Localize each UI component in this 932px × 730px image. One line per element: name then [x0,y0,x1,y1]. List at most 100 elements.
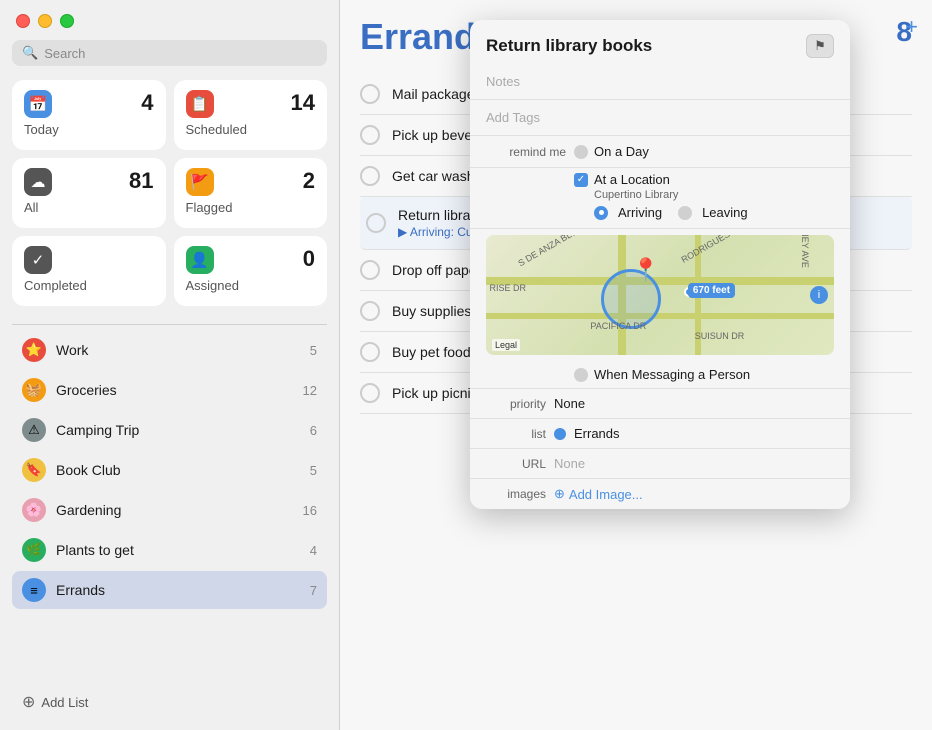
at-location-toggle: ✓ At a Location [574,172,834,187]
sidebar-item-camping[interactable]: ⚠ Camping Trip 6 [12,411,327,449]
map-info-button[interactable]: i [810,286,828,304]
flagged-count: 2 [303,168,315,194]
errands-count: 7 [310,583,317,598]
road-label-6: ANEY AVE [800,235,810,268]
when-messaging-toggle: When Messaging a Person [574,367,750,382]
when-messaging-label: When Messaging a Person [594,367,750,382]
errands-icon: ≡ [22,578,46,602]
fullscreen-button[interactable] [60,14,74,28]
smart-card-completed[interactable]: ✓ Completed [12,236,166,306]
detail-notes-placeholder[interactable]: Notes [486,70,834,93]
map-view[interactable]: 📍 670 feet S DE ANZA BLVD RODRIGUES AVE … [486,235,834,355]
traffic-lights [12,14,327,28]
task-checkbox-library[interactable] [366,213,386,233]
gardening-label: Gardening [56,502,293,518]
road-label-2: RODRIGUES AVE [680,235,749,265]
add-image-button[interactable]: ⊕ Add Image... [554,486,643,502]
detail-list-row: list Errands [470,419,850,449]
detail-tags-placeholder[interactable]: Add Tags [486,106,834,129]
task-checkbox-petfood[interactable] [360,342,380,362]
smart-card-today[interactable]: 📅 4 Today [12,80,166,150]
task-checkbox-mail[interactable] [360,84,380,104]
priority-value: None [554,396,585,411]
sidebar-item-errands[interactable]: ≡ Errands 7 [12,571,327,609]
detail-images-row: images ⊕ Add Image... [470,479,850,509]
map-background: 📍 670 feet S DE ANZA BLVD RODRIGUES AVE … [486,235,834,355]
detail-flag-button[interactable]: ⚑ [806,34,834,58]
road-label-1: S DE ANZA BLVD [516,235,583,268]
add-image-label: Add Image... [569,487,643,502]
leaving-radio[interactable] [678,206,692,220]
remind-me-label: remind me [486,145,566,159]
close-button[interactable] [16,14,30,28]
road-h2 [486,313,834,319]
sidebar-item-bookclub[interactable]: 🔖 Book Club 5 [12,451,327,489]
detail-panel: Return library books ⚑ Notes Add Tags re… [470,20,850,509]
add-list-button[interactable]: ⊕ Add List [12,684,327,720]
at-location-label: At a Location [594,172,670,187]
gardening-count: 16 [303,503,317,518]
sidebar-item-plants[interactable]: 🌿 Plants to get 4 [12,531,327,569]
plants-label: Plants to get [56,542,300,558]
sidebar-item-groceries[interactable]: 🧺 Groceries 12 [12,371,327,409]
assigned-icon: 👤 [186,246,214,274]
bookclub-count: 5 [310,463,317,478]
search-bar[interactable]: 🔍 Search [12,40,327,66]
detail-url-row: URL None [470,449,850,479]
today-count: 4 [141,90,153,116]
arriving-radio[interactable] [594,206,608,220]
today-icon: 📅 [24,90,52,118]
sidebar-item-work[interactable]: ⭐ Work 5 [12,331,327,369]
detail-header: Return library books ⚑ [470,20,850,64]
add-image-icon: ⊕ [554,486,565,502]
smart-card-flagged[interactable]: 🚩 2 Flagged [174,158,328,228]
smart-card-scheduled[interactable]: 📋 14 Scheduled [174,80,328,150]
groceries-label: Groceries [56,382,293,398]
scheduled-count: 14 [291,90,315,116]
at-location-section: ✓ At a Location Cupertino Library Arrivi… [470,168,850,229]
task-checkbox-beverages[interactable] [360,125,380,145]
when-messaging-row: When Messaging a Person [470,361,850,389]
search-icon: 🔍 [22,45,38,61]
assigned-count: 0 [303,246,315,272]
smart-card-all[interactable]: ☁ 81 All [12,158,166,228]
detail-remind-row: remind me On a Day [470,136,850,168]
add-reminder-button[interactable]: + [905,14,918,40]
map-legal: Legal [492,339,520,351]
task-checkbox-picnic[interactable] [360,383,380,403]
task-checkbox-carwash[interactable] [360,166,380,186]
errands-label: Errands [56,582,300,598]
camping-label: Camping Trip [56,422,300,438]
road-label-5: SUISUN DR [695,331,745,341]
on-a-day-checkbox[interactable] [574,145,588,159]
detail-priority-row: priority None [470,389,850,419]
road-label-3: RISE DR [489,283,526,293]
sidebar-item-gardening[interactable]: 🌸 Gardening 16 [12,491,327,529]
add-list-icon: ⊕ [22,692,35,712]
url-label: URL [486,457,546,471]
flag-icon: ⚑ [814,38,826,54]
search-input[interactable]: Search [44,46,85,61]
completed-icon: ✓ [24,246,52,274]
work-label: Work [56,342,300,358]
smart-card-assigned[interactable]: 👤 0 Assigned [174,236,328,306]
camping-count: 6 [310,423,317,438]
camping-icon: ⚠ [22,418,46,442]
scheduled-label: Scheduled [186,122,316,137]
groceries-count: 12 [303,383,317,398]
all-label: All [24,200,154,215]
task-checkbox-dropoff[interactable] [360,260,380,280]
add-list-label: Add List [41,695,88,710]
minimize-button[interactable] [38,14,52,28]
all-count: 81 [129,168,153,194]
plants-count: 4 [310,543,317,558]
list-dot-icon [554,428,566,440]
when-messaging-checkbox[interactable] [574,368,588,382]
task-checkbox-supplies[interactable] [360,301,380,321]
arriving-leaving-group: Arriving Leaving [594,205,834,220]
flagged-label: Flagged [186,200,316,215]
map-distance-label: 670 feet [688,283,735,298]
images-label: images [486,487,546,501]
main-content: Errands 8 Mail packages Pick up beverage… [340,0,932,730]
at-location-checkbox[interactable]: ✓ [574,173,588,187]
